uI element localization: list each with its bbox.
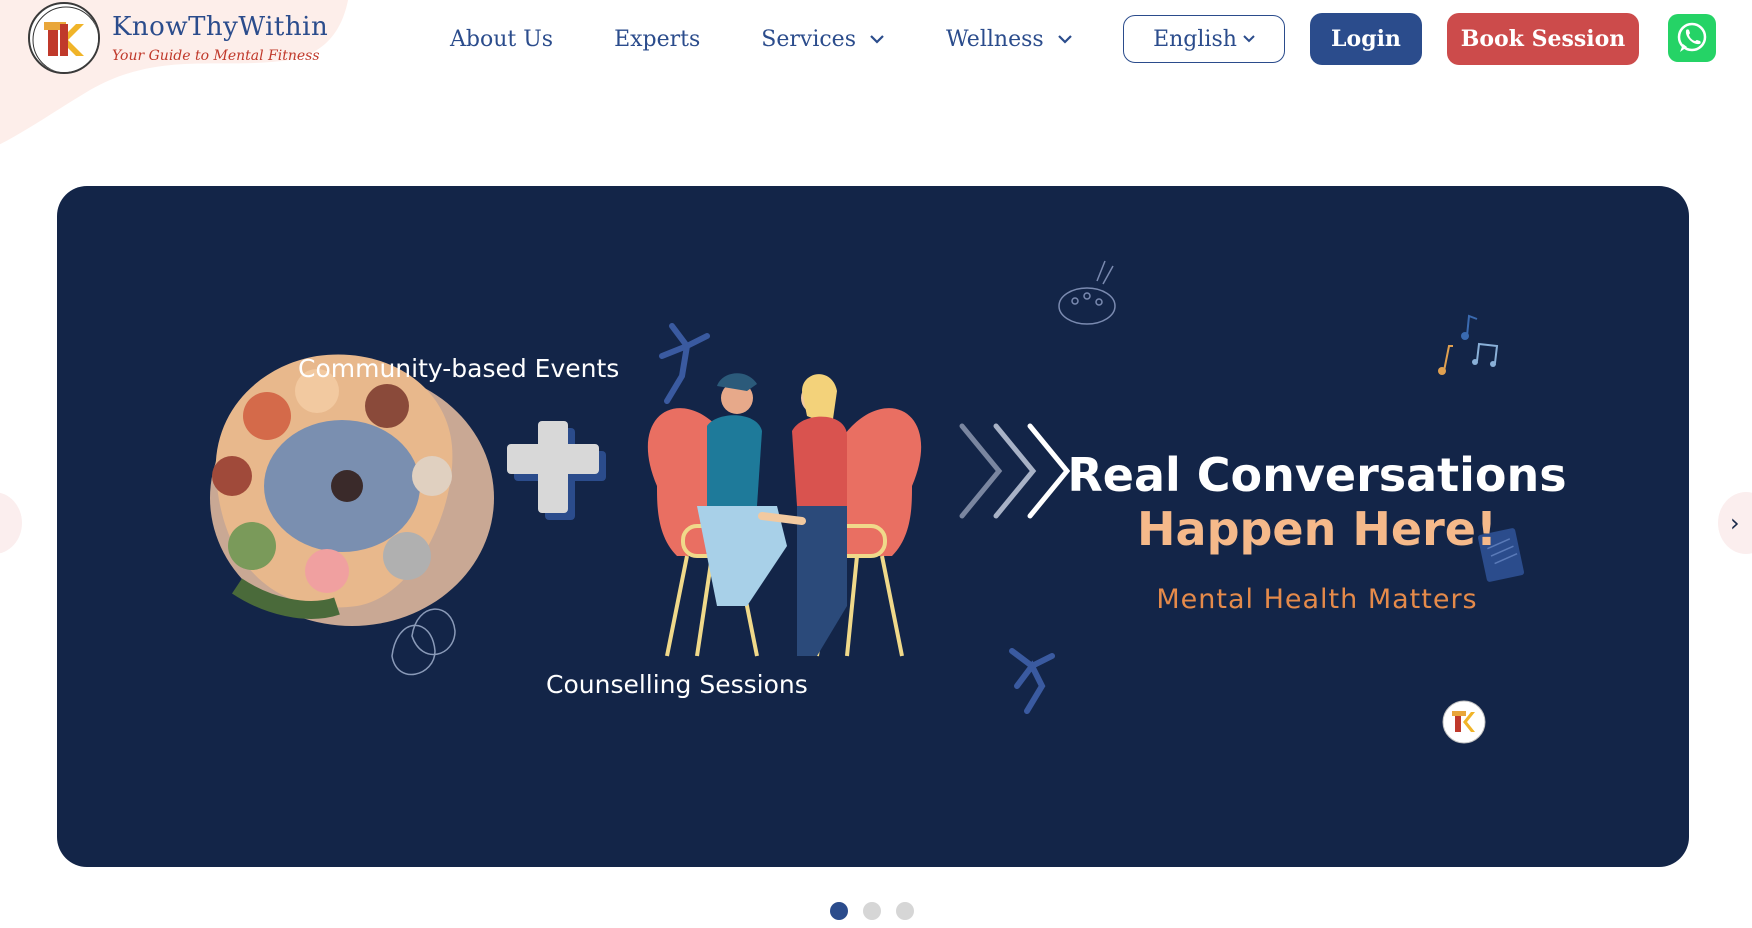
nav-label: About Us [450, 26, 554, 52]
plus-icon [507, 421, 606, 520]
music-notes-icon [1438, 314, 1499, 375]
language-select[interactable]: English [1123, 15, 1285, 63]
nav-label: Experts [614, 26, 701, 52]
nav-experts[interactable]: Experts [614, 27, 700, 52]
community-group-illustration [210, 354, 494, 626]
headline-line1: Real Conversations [1067, 448, 1567, 502]
carousel-dot-1[interactable] [830, 902, 848, 920]
headline-line2: Happen Here! [1137, 502, 1497, 556]
nav-about-us[interactable]: About Us [450, 27, 553, 52]
carousel-dots [830, 902, 914, 920]
nav-label: Wellness [945, 26, 1044, 52]
login-button[interactable]: Login [1310, 13, 1422, 65]
banner-logo-icon [1442, 700, 1486, 744]
chevron-down-icon [870, 35, 884, 44]
subheadline: Mental Health Matters [1156, 584, 1478, 615]
dancer-icon [1009, 648, 1055, 714]
nav-label: Services [761, 26, 856, 52]
dancer-icon [659, 323, 710, 404]
language-label: English [1153, 26, 1237, 52]
chevron-down-icon [1057, 35, 1072, 44]
nav-wellness[interactable]: Wellness [946, 27, 1072, 52]
carousel-dot-3[interactable] [896, 902, 914, 920]
carousel-prev-button[interactable] [0, 492, 22, 554]
main-nav: About Us Experts Services Wellness [450, 0, 1072, 78]
counselling-sessions-label: Counselling Sessions [546, 670, 808, 699]
hero-banner: Community-based Events Counselling Sessi… [57, 186, 1689, 867]
logo-mark-icon [28, 2, 100, 74]
nav-services[interactable]: Services [761, 27, 884, 52]
carousel-next-button[interactable]: › [1718, 492, 1752, 554]
site-logo[interactable]: KnowThyWithin Your Guide to Mental Fitne… [28, 2, 328, 74]
brand-tagline: Your Guide to Mental Fitness [112, 48, 320, 64]
community-events-label: Community-based Events [298, 354, 620, 383]
chevrons-right-icon [959, 423, 1071, 519]
brand-name: KnowThyWithin [112, 12, 329, 42]
paint-palette-icon [1058, 260, 1116, 325]
carousel-dot-2[interactable] [863, 902, 881, 920]
theater-masks-icon [391, 608, 456, 676]
whatsapp-icon[interactable] [1668, 14, 1716, 62]
book-session-button[interactable]: Book Session [1447, 13, 1639, 65]
chevron-down-icon [1243, 35, 1255, 43]
counselling-illustration [647, 373, 922, 657]
